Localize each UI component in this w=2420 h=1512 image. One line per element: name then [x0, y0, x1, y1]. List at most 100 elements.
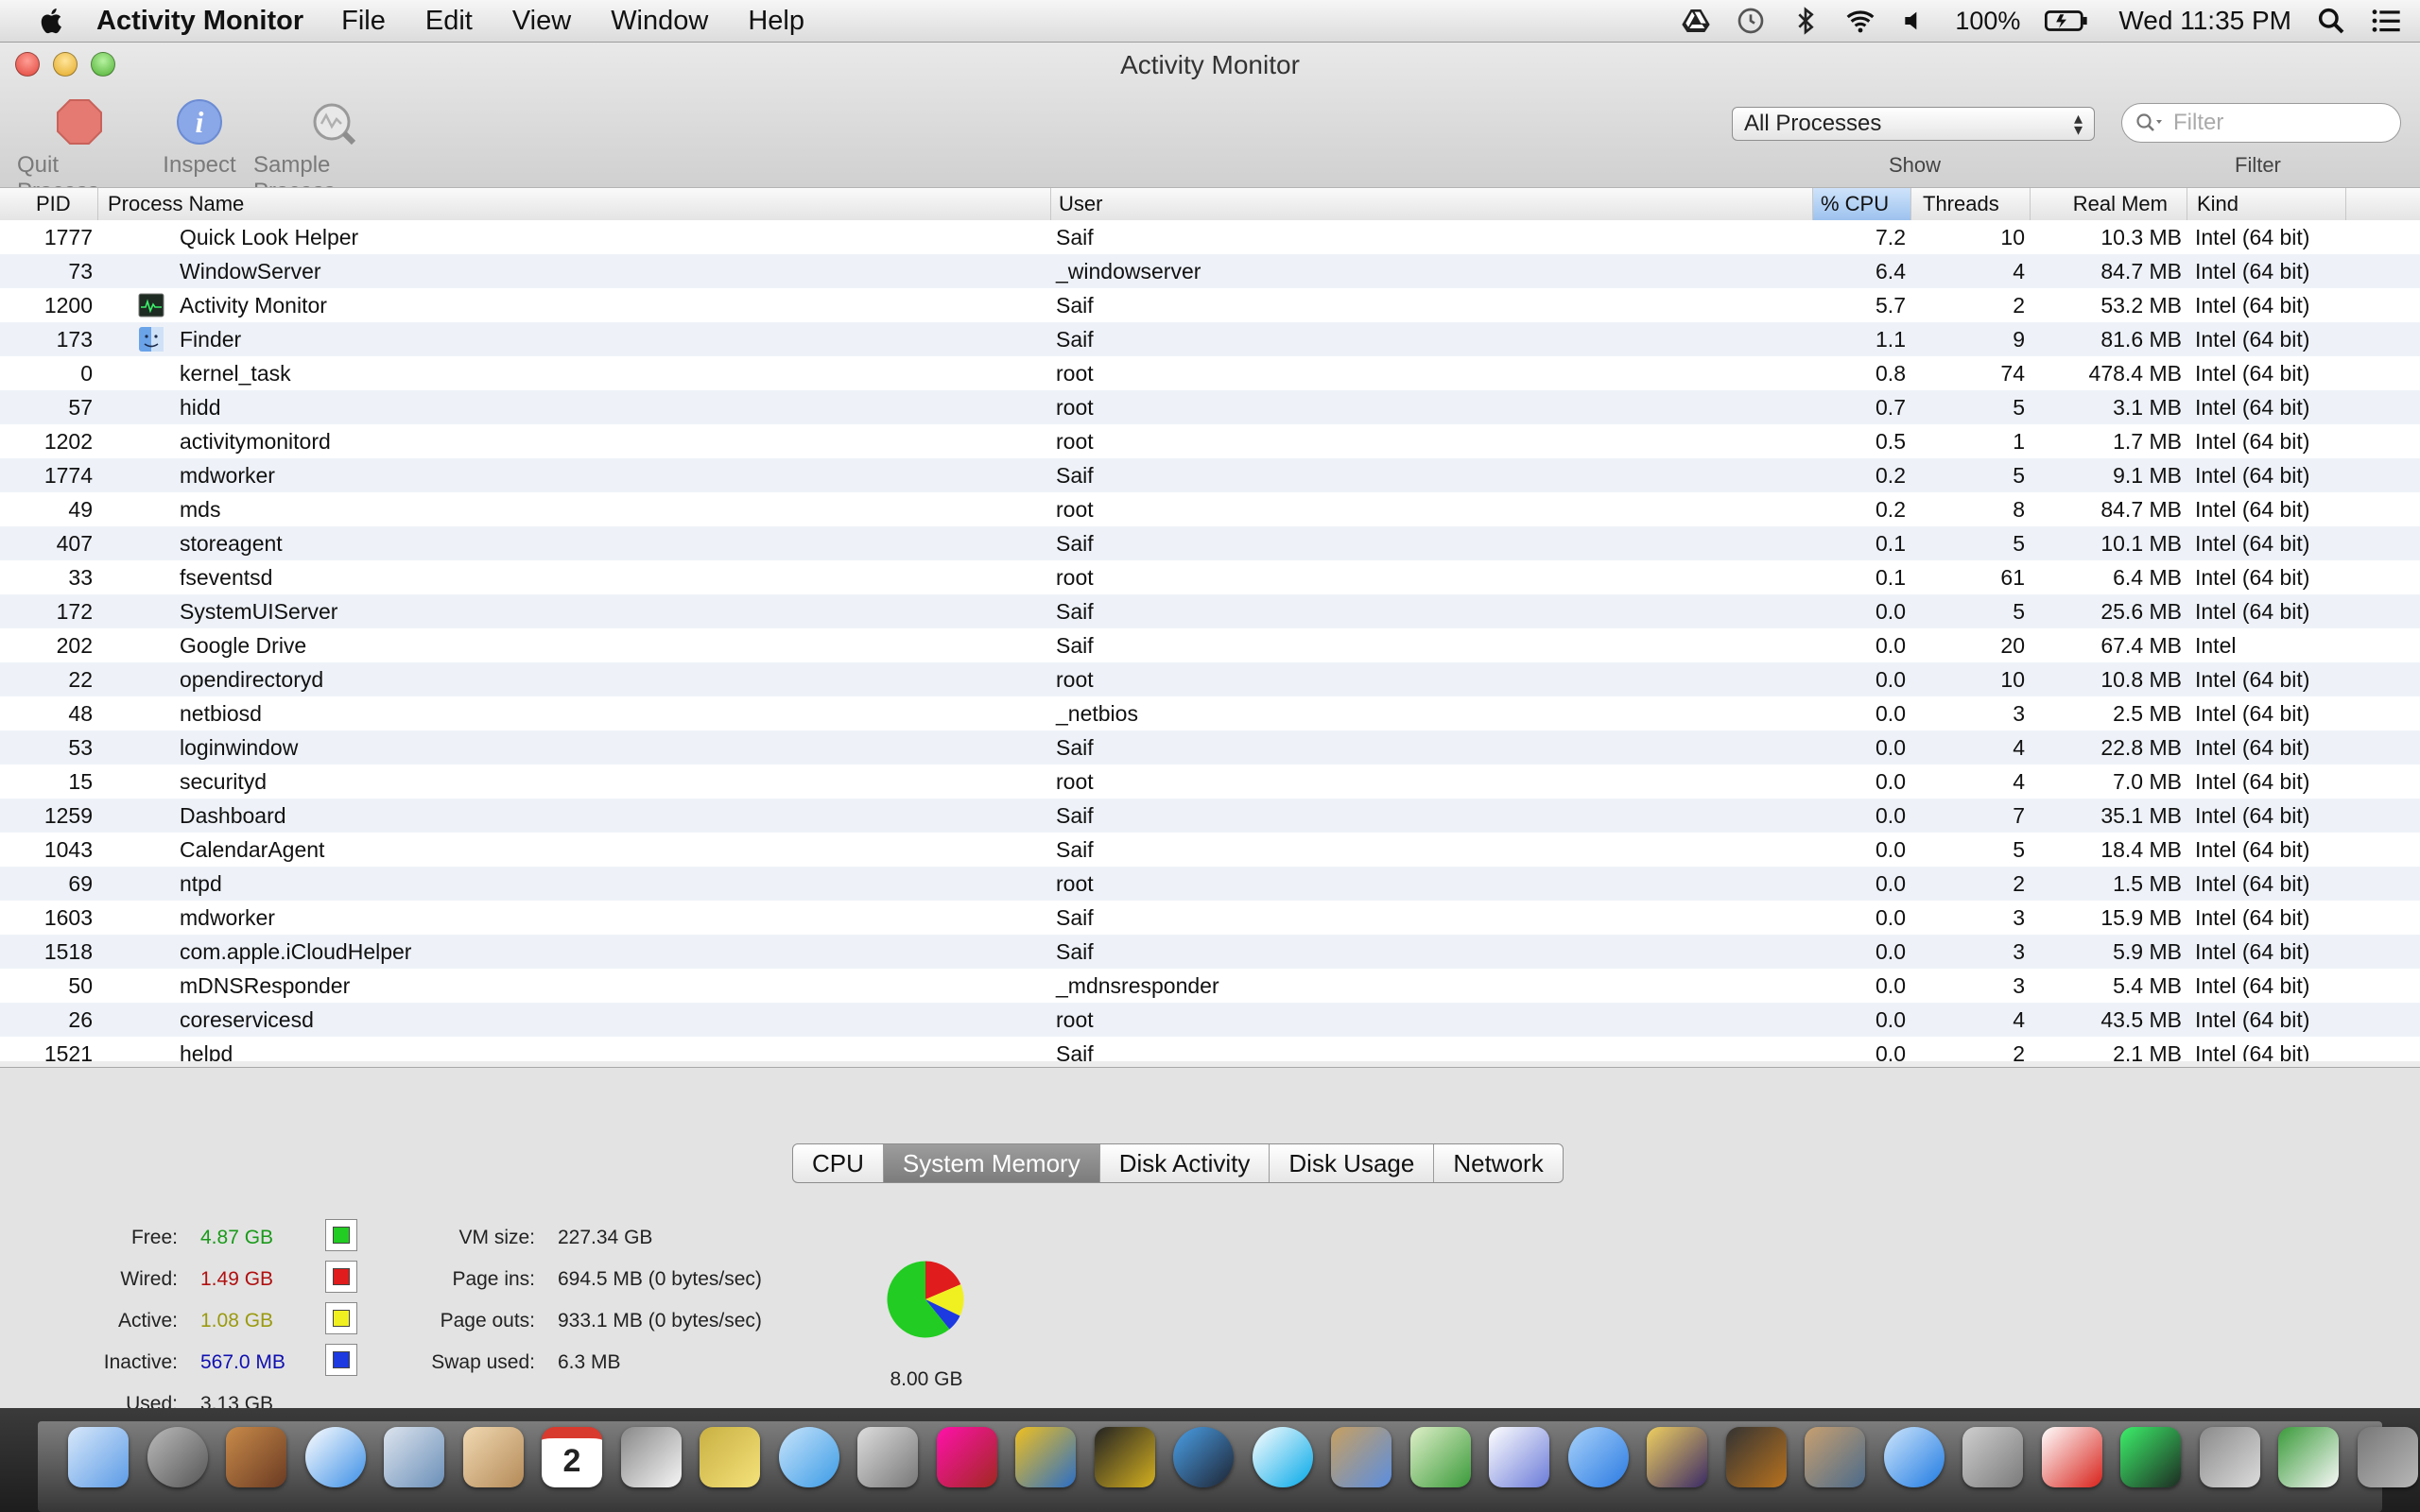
real-mem-cell: 10.1 MB	[2100, 531, 2182, 556]
skype-icon[interactable]	[1252, 1427, 1313, 1487]
facetime-icon[interactable]	[857, 1427, 918, 1487]
tab-disk-activity[interactable]: Disk Activity	[1100, 1144, 1270, 1182]
keynote-icon[interactable]	[1331, 1427, 1392, 1487]
iphoto-icon[interactable]	[1805, 1427, 1865, 1487]
system-preferences-icon[interactable]	[1962, 1427, 2023, 1487]
app-menu[interactable]: Activity Monitor	[96, 6, 303, 37]
messages-icon[interactable]	[778, 1427, 839, 1487]
activity-monitor-icon[interactable]	[2120, 1427, 2181, 1487]
battery-icon[interactable]	[2045, 6, 2088, 36]
table-row[interactable]: 1603 mdworker Saif 0.0 3 15.9 MB Intel (64 bit…	[0, 901, 2420, 935]
reminders-icon[interactable]	[620, 1427, 682, 1487]
mail-icon[interactable]	[384, 1427, 444, 1487]
cpu-cell: 0.7	[1876, 395, 1906, 420]
table-row[interactable]: 15 securityd root 0.0 4 7.0 MB Intel (64 bit)	[0, 765, 2420, 799]
bus-driver-icon[interactable]	[1015, 1427, 1076, 1487]
real-mem-cell: 6.4 MB	[2113, 565, 2182, 590]
cpu-cell: 0.0	[1876, 803, 1906, 828]
table-row[interactable]: 26 coreservicesd root 0.0 4 43.5 MB Intel (64 …	[0, 1003, 2420, 1037]
acrobat-icon[interactable]	[2041, 1427, 2102, 1487]
dashboard-icon[interactable]	[1173, 1427, 1234, 1487]
table-row[interactable]: 172 SystemUIServer Saif 0.0 5 25.6 MB Intel (6…	[0, 594, 2420, 628]
threads-cell: 5	[2013, 531, 2025, 556]
column-header-threads[interactable]: Threads	[1911, 188, 2031, 220]
notes-icon[interactable]	[700, 1427, 760, 1487]
threads-cell: 4	[2013, 259, 2025, 284]
table-row[interactable]: 1521 helpd Saif 0.0 2 2.1 MB Intel (64 bit)	[0, 1037, 2420, 1061]
safari-icon[interactable]	[304, 1427, 366, 1487]
trash-icon[interactable]	[2357, 1427, 2418, 1487]
table-row[interactable]: 1777 Quick Look Helper Saif 7.2 10 10.3 MB Int…	[0, 220, 2420, 254]
column-header-real-mem[interactable]: Real Mem	[2031, 188, 2187, 220]
table-row[interactable]: 1774 mdworker Saif 0.2 5 9.1 MB Intel (64 bit)	[0, 458, 2420, 492]
battery-percent: 100%	[1955, 6, 2021, 35]
preview-icon[interactable]	[2199, 1427, 2260, 1487]
numbers-icon[interactable]	[1409, 1427, 1471, 1487]
column-header-cpu[interactable]: % CPU ▼	[1813, 188, 1911, 247]
photo-strip-icon[interactable]	[936, 1427, 997, 1487]
contacts-icon[interactable]	[462, 1427, 524, 1487]
menu-file[interactable]: File	[341, 6, 386, 37]
bluetooth-icon[interactable]	[1790, 6, 1821, 36]
imovie-icon[interactable]	[1647, 1427, 1707, 1487]
table-row[interactable]: 33 fseventsd root 0.1 61 6.4 MB Intel (64 bit)	[0, 560, 2420, 594]
itunes-icon[interactable]	[1567, 1427, 1629, 1487]
table-row[interactable]: 22 opendirectoryd root 0.0 10 10.8 MB Intel (6…	[0, 662, 2420, 696]
table-row[interactable]: 202 Google Drive Saif 0.0 20 67.4 MB Intel	[0, 628, 2420, 662]
table-row[interactable]: 49 mds root 0.2 8 84.7 MB Intel (64 bit)	[0, 492, 2420, 526]
column-header-pid[interactable]: PID	[0, 188, 98, 220]
user-cell: _netbios	[1056, 701, 1138, 726]
table-row[interactable]: 1202 activitymonitord root 0.5 1 1.7 MB Intel …	[0, 424, 2420, 458]
finder-icon[interactable]	[68, 1427, 129, 1487]
process-filter-select[interactable]: All Processes ▴ ▾	[1732, 107, 2095, 141]
menu-help[interactable]: Help	[748, 6, 804, 37]
threads-cell: 4	[2013, 769, 2025, 794]
table-row[interactable]: 407 storeagent Saif 0.1 5 10.1 MB Intel (64 bi…	[0, 526, 2420, 560]
google-drive-icon[interactable]	[1681, 6, 1711, 36]
tab-network[interactable]: Network	[1434, 1144, 1562, 1182]
volume-icon[interactable]	[1900, 6, 1930, 36]
table-row[interactable]: 73 WindowServer _windowserver 6.4 4 84.7 MB In…	[0, 254, 2420, 288]
column-header-user[interactable]: User	[1051, 188, 1813, 220]
process-name-cell: SystemUIServer	[180, 599, 338, 624]
menu-edit[interactable]: Edit	[425, 6, 473, 37]
menu-view[interactable]: View	[512, 6, 571, 37]
threads-cell: 3	[2013, 939, 2025, 964]
photo-booth-icon[interactable]	[226, 1427, 286, 1487]
table-row[interactable]: 57 hidd root 0.7 5 3.1 MB Intel (64 bit)	[0, 390, 2420, 424]
spotlight-icon[interactable]	[2316, 6, 2346, 36]
tab-disk-usage[interactable]: Disk Usage	[1270, 1144, 1435, 1182]
pages-icon[interactable]	[1489, 1427, 1549, 1487]
column-header-process-name[interactable]: Process Name	[98, 188, 1051, 220]
racing-game-icon[interactable]	[1094, 1427, 1155, 1487]
launchpad-icon[interactable]	[147, 1427, 208, 1487]
menu-window[interactable]: Window	[611, 6, 708, 37]
notification-center-icon[interactable]	[2371, 6, 2401, 36]
menu-clock[interactable]: Wed 11:35 PM	[2118, 6, 2291, 36]
column-header-kind[interactable]: Kind	[2187, 188, 2346, 220]
tab-system-memory[interactable]: System Memory	[883, 1144, 1100, 1182]
table-row[interactable]: 53 loginwindow Saif 0.0 4 22.8 MB Intel (64 bi…	[0, 730, 2420, 765]
table-row[interactable]: 0 kernel_task root 0.8 74 478.4 MB Intel (64 b…	[0, 356, 2420, 390]
table-row[interactable]: 1200 Activity Monitor Saif 5.7 2 53.2 MB Intel…	[0, 288, 2420, 322]
memory-label: Active:	[117, 1310, 178, 1332]
filter-search-field[interactable]: Filter	[2121, 103, 2401, 143]
app-store-icon[interactable]	[1883, 1427, 1945, 1487]
cpu-cell: 0.0	[1876, 939, 1906, 964]
garageband-icon[interactable]	[1725, 1427, 1787, 1487]
calendar-icon[interactable]: 2	[542, 1427, 602, 1487]
table-row[interactable]: 1518 com.apple.iCloudHelper Saif 0.0 3 5.9 MB…	[0, 935, 2420, 969]
table-row[interactable]: 1043 CalendarAgent Saif 0.0 5 18.4 MB Intel (6…	[0, 833, 2420, 867]
table-row[interactable]: 69 ntpd root 0.0 2 1.5 MB Intel (64 bit)	[0, 867, 2420, 901]
wifi-icon[interactable]	[1845, 6, 1876, 36]
inspect-button[interactable]: i Inspect	[161, 97, 238, 179]
table-row[interactable]: 50 mDNSResponder _mdnsresponder 0.0 3 5.4 MB I…	[0, 969, 2420, 1003]
table-row[interactable]: 1259 Dashboard Saif 0.0 7 35.1 MB Intel (64 bi…	[0, 799, 2420, 833]
table-row[interactable]: 48 netbiosd _netbios 0.0 3 2.5 MB Intel (64 bi…	[0, 696, 2420, 730]
apple-menu-icon[interactable]	[36, 5, 68, 37]
time-machine-icon[interactable]	[1736, 6, 1766, 36]
document-icon[interactable]	[2278, 1427, 2339, 1487]
tab-cpu[interactable]: CPU	[793, 1144, 884, 1182]
table-row[interactable]: 173 Finder Saif 1.1 9 81.6 MB Intel (64 bit)	[0, 322, 2420, 356]
user-cell: _mdnsresponder	[1056, 973, 1219, 998]
